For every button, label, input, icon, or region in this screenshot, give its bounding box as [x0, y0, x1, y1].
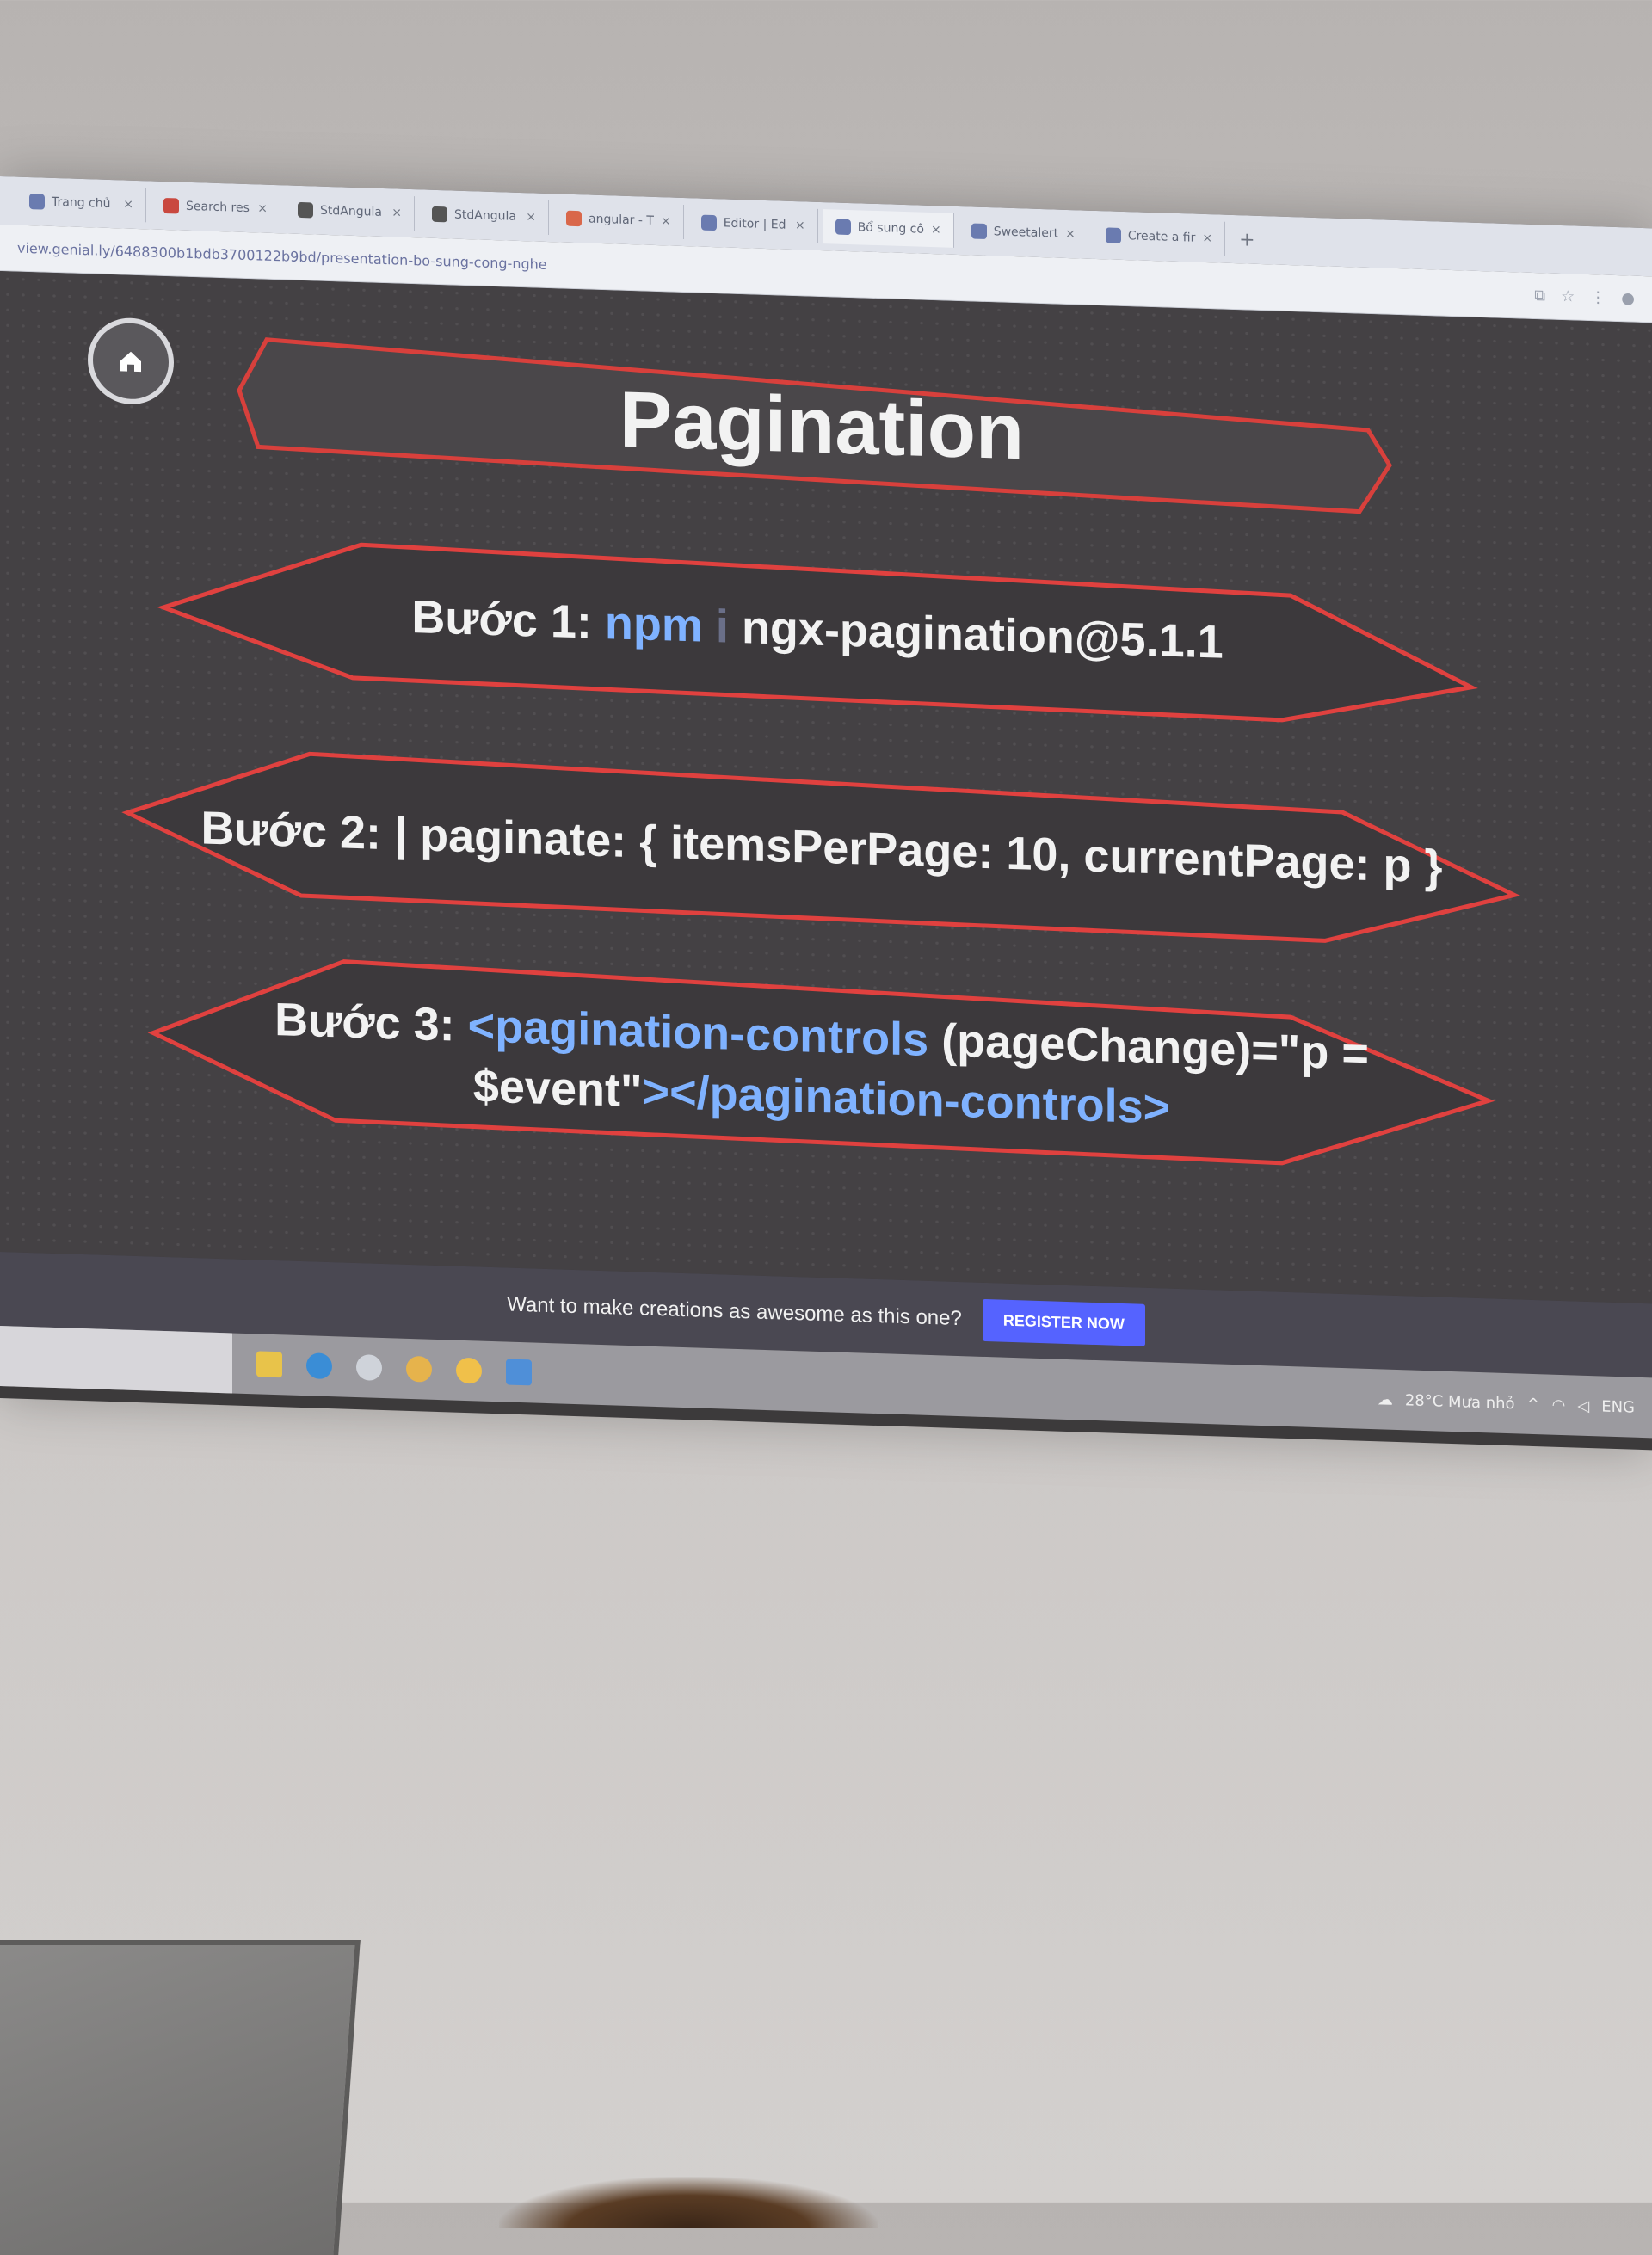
- language-indicator[interactable]: ENG: [1601, 1397, 1635, 1416]
- laptop-lid: [0, 1940, 361, 2255]
- browser-tab[interactable]: Sweetalert ×: [959, 213, 1088, 252]
- browser-tab[interactable]: Trang chủ ×: [17, 183, 146, 223]
- step-1-command: npm: [604, 597, 703, 653]
- tab-favicon-icon: [700, 214, 717, 231]
- system-tray: ☁ 28°C Mưa nhỏ ^ ◠ ◁ ENG: [1378, 1390, 1635, 1416]
- close-icon[interactable]: ×: [1202, 231, 1212, 245]
- register-prompt: Want to make creations as awesome as thi…: [507, 1292, 962, 1331]
- step-1-label: Bước 1:: [411, 591, 592, 650]
- browser-actions: ⧉ ☆ ⋮ ●: [1534, 286, 1635, 308]
- close-icon[interactable]: ×: [795, 219, 805, 232]
- browser-tab[interactable]: StdAngula ×: [420, 196, 549, 236]
- tab-favicon-icon: [298, 201, 313, 219]
- file-explorer-icon[interactable]: [256, 1351, 282, 1378]
- step-2-text: Bước 2: | paginate: { itemsPerPage: 10, …: [200, 802, 1443, 893]
- home-icon: [120, 351, 141, 373]
- browser-tab[interactable]: Search res ×: [151, 188, 280, 227]
- close-icon[interactable]: ×: [661, 214, 671, 228]
- edge-icon[interactable]: [306, 1352, 332, 1380]
- tab-label: StdAngula: [320, 203, 382, 219]
- step-2-banner: Bước 2: | paginate: { itemsPerPage: 10, …: [120, 739, 1523, 955]
- profile-icon[interactable]: ●: [1621, 289, 1635, 307]
- close-icon[interactable]: ×: [1065, 227, 1076, 241]
- step-1-package: ngx-pagination@5.1.1: [741, 601, 1224, 669]
- tab-label: Bổ sung cô: [857, 220, 924, 237]
- tab-favicon-icon: [566, 210, 582, 227]
- close-icon[interactable]: ×: [123, 198, 133, 212]
- chevron-up-icon[interactable]: ^: [1527, 1395, 1540, 1413]
- chrome-icon[interactable]: [456, 1357, 482, 1384]
- projected-screen: Trang chủ × Search res × StdAngula × StdAng…: [0, 176, 1652, 1451]
- new-tab-button[interactable]: +: [1230, 228, 1263, 251]
- share-icon[interactable]: ⧉: [1534, 286, 1545, 305]
- url-text[interactable]: view.genial.ly/6488300b1bdb3700122b9bd/p…: [17, 240, 547, 273]
- close-icon[interactable]: ×: [257, 201, 268, 215]
- extensions-icon[interactable]: ⋮: [1590, 288, 1606, 307]
- step-3-label: Bước 3:: [274, 993, 455, 1051]
- wifi-icon[interactable]: ◠: [1552, 1396, 1566, 1414]
- tab-label: Create a fir: [1127, 229, 1196, 245]
- close-icon[interactable]: ×: [391, 206, 402, 219]
- step-3-tag-close: ></pagination-controls>: [642, 1065, 1171, 1134]
- tab-label: StdAngula: [454, 207, 516, 224]
- step-3-banner: Bước 3: <pagination-controls (pageChange…: [146, 946, 1497, 1186]
- tab-favicon-icon: [163, 197, 179, 214]
- browser-tab-active[interactable]: Bổ sung cô ×: [823, 209, 954, 248]
- bookmark-star-icon[interactable]: ☆: [1561, 287, 1575, 306]
- browser-tab[interactable]: Editor | Ed ×: [688, 205, 818, 243]
- title-banner: Pagination: [232, 317, 1411, 534]
- step-3-attribute: (pageChange)="p =: [941, 1014, 1369, 1080]
- tab-label: Trang chủ: [52, 194, 111, 212]
- register-now-button[interactable]: REGISTER NOW: [982, 1298, 1145, 1346]
- tab-favicon-icon: [971, 223, 987, 240]
- step-1-flag: i: [715, 601, 729, 654]
- tab-label: Editor | Ed: [723, 216, 786, 232]
- tab-favicon-icon: [835, 219, 851, 236]
- weather-text[interactable]: 28°C Mưa nhỏ: [1405, 1391, 1515, 1413]
- step-3-tag-open: <pagination-controls: [467, 999, 929, 1066]
- tab-favicon-icon: [29, 194, 45, 210]
- browser-tab[interactable]: Create a fir ×: [1093, 217, 1226, 256]
- volume-icon[interactable]: ◁: [1577, 1396, 1589, 1414]
- tab-favicon-icon: [432, 206, 447, 223]
- browser-tab[interactable]: angular - T ×: [554, 200, 684, 239]
- tab-label: Search res: [186, 199, 250, 216]
- close-icon[interactable]: ×: [526, 210, 536, 224]
- person-head: [499, 2177, 878, 2228]
- chrome-icon[interactable]: [406, 1355, 432, 1383]
- home-button[interactable]: [88, 317, 174, 406]
- step-1-banner: Bước 1: npm i ngx-pagination@5.1.1: [155, 526, 1480, 735]
- step-3-attribute-value: $event": [472, 1060, 643, 1118]
- tab-label: angular - T: [589, 212, 654, 228]
- app-icon[interactable]: [356, 1354, 382, 1381]
- weather-icon: ☁: [1377, 1389, 1393, 1409]
- taskbar-search-box[interactable]: [0, 1326, 232, 1394]
- vscode-icon[interactable]: [506, 1359, 532, 1386]
- tab-label: Sweetalert: [993, 225, 1059, 241]
- slide-title: Pagination: [619, 375, 1025, 476]
- presentation-slide: Pagination Bước 1: npm i ngx-pagination@…: [0, 271, 1652, 1304]
- browser-tab[interactable]: StdAngula ×: [286, 192, 415, 231]
- close-icon[interactable]: ×: [931, 223, 941, 237]
- tab-favicon-icon: [1105, 227, 1121, 243]
